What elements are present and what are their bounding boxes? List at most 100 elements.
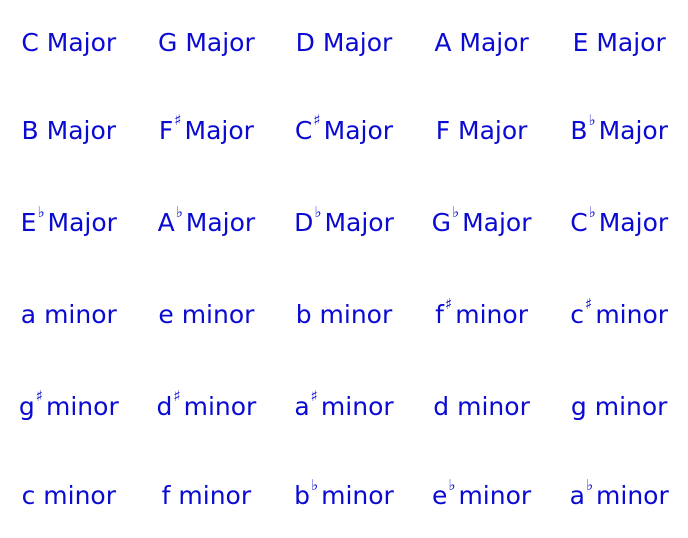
key-quality: minor <box>596 480 669 510</box>
key-quality: minor <box>321 480 394 510</box>
key-root: G <box>431 207 452 237</box>
key-button[interactable]: e minor <box>138 268 276 360</box>
key-quality: Major <box>598 207 669 237</box>
key-root: E <box>572 27 589 57</box>
key-button[interactable]: C Major <box>0 0 138 84</box>
key-root: G <box>158 27 178 57</box>
key-root: d <box>433 391 450 421</box>
key-button[interactable]: c minor <box>0 452 138 538</box>
key-root: g <box>18 391 35 421</box>
key-button[interactable]: D ♭ Major <box>275 176 413 268</box>
key-quality: minor <box>458 480 532 510</box>
sharp-icon: ♯ <box>173 387 181 405</box>
key-button[interactable]: B Major <box>0 84 138 176</box>
flat-icon: ♭ <box>452 203 460 221</box>
flat-icon: ♭ <box>314 203 322 221</box>
key-root: b <box>295 299 312 329</box>
key-quality: minor <box>320 391 394 421</box>
key-root: D <box>294 207 314 237</box>
key-button[interactable]: C ♭ Major <box>550 176 688 268</box>
key-quality: Major <box>324 207 394 237</box>
key-root: f <box>161 480 171 510</box>
key-root: C <box>570 207 588 237</box>
key-root: A <box>157 207 175 237</box>
key-quality: Major <box>459 27 529 57</box>
key-root: F <box>435 115 451 145</box>
key-button[interactable]: E Major <box>550 0 688 84</box>
key-button[interactable]: B ♭ Major <box>550 84 688 176</box>
key-button[interactable]: c ♯ minor <box>550 268 688 360</box>
key-button[interactable]: G Major <box>138 0 276 84</box>
key-root: A <box>434 27 452 57</box>
key-quality: Major <box>185 207 256 237</box>
key-quality: Major <box>46 27 117 57</box>
key-button[interactable]: g ♯ minor <box>0 360 138 452</box>
key-root: c <box>570 299 585 329</box>
key-root: C <box>294 115 313 145</box>
key-quality: minor <box>43 480 116 510</box>
key-button[interactable]: b minor <box>275 268 413 360</box>
sharp-icon: ♯ <box>444 295 453 313</box>
key-quality: minor <box>594 391 668 421</box>
key-quality: minor <box>183 391 257 421</box>
sharp-icon: ♯ <box>174 111 182 129</box>
key-quality: minor <box>319 299 393 329</box>
key-quality: Major <box>47 207 117 237</box>
key-root: e <box>158 299 174 329</box>
key-button[interactable]: F ♯ Major <box>138 84 276 176</box>
flat-icon: ♭ <box>448 476 456 494</box>
key-quality: Major <box>185 27 255 57</box>
key-root: g <box>570 391 587 421</box>
key-button[interactable]: D Major <box>275 0 413 84</box>
key-quality: minor <box>44 299 117 329</box>
key-button[interactable]: G ♭ Major <box>413 176 551 268</box>
key-root: e <box>431 480 448 510</box>
key-quality: minor <box>46 391 119 421</box>
key-button[interactable]: C ♯ Major <box>275 84 413 176</box>
key-root: F <box>158 115 174 145</box>
key-root: a <box>569 480 585 510</box>
key-root: E <box>20 207 37 237</box>
sharp-icon: ♯ <box>585 295 593 313</box>
key-button[interactable]: A ♭ Major <box>138 176 276 268</box>
key-quality: minor <box>457 391 530 421</box>
key-button[interactable]: A Major <box>413 0 551 84</box>
key-signature-grid: C Major G Major D Major A Major E Major B Maj… <box>0 0 688 538</box>
key-button[interactable]: F Major <box>413 84 551 176</box>
key-button[interactable]: e ♭ minor <box>413 452 551 538</box>
key-button[interactable]: f ♯ minor <box>413 268 551 360</box>
key-button[interactable]: d minor <box>413 360 551 452</box>
key-quality: Major <box>598 115 668 145</box>
sharp-icon: ♯ <box>313 111 321 129</box>
key-button[interactable]: f minor <box>138 452 276 538</box>
key-root: C <box>21 27 39 57</box>
key-button[interactable]: d ♯ minor <box>138 360 276 452</box>
key-root: B <box>21 115 39 145</box>
key-quality: minor <box>178 480 252 510</box>
key-button[interactable]: b ♭ minor <box>275 452 413 538</box>
key-quality: Major <box>322 27 393 57</box>
key-root: c <box>21 480 36 510</box>
key-button[interactable]: a minor <box>0 268 138 360</box>
flat-icon: ♭ <box>585 476 594 494</box>
key-button[interactable]: a ♯ minor <box>275 360 413 452</box>
flat-icon: ♭ <box>175 203 183 221</box>
key-quality: Major <box>462 207 532 237</box>
key-quality: minor <box>595 299 669 329</box>
sharp-icon: ♯ <box>35 387 43 405</box>
key-root: b <box>294 480 311 510</box>
key-root: d <box>156 391 173 421</box>
key-root: a <box>20 299 37 329</box>
flat-icon: ♭ <box>588 203 596 221</box>
sharp-icon: ♯ <box>310 387 318 405</box>
flat-icon: ♭ <box>37 203 45 221</box>
key-quality: Major <box>323 115 394 145</box>
key-quality: Major <box>458 115 528 145</box>
key-quality: minor <box>455 299 528 329</box>
flat-icon: ♭ <box>588 111 596 129</box>
flat-icon: ♭ <box>311 476 319 494</box>
key-button[interactable]: g minor <box>550 360 688 452</box>
key-button[interactable]: E ♭ Major <box>0 176 138 268</box>
key-button[interactable]: a ♭ minor <box>550 452 688 538</box>
key-root: B <box>570 115 588 145</box>
